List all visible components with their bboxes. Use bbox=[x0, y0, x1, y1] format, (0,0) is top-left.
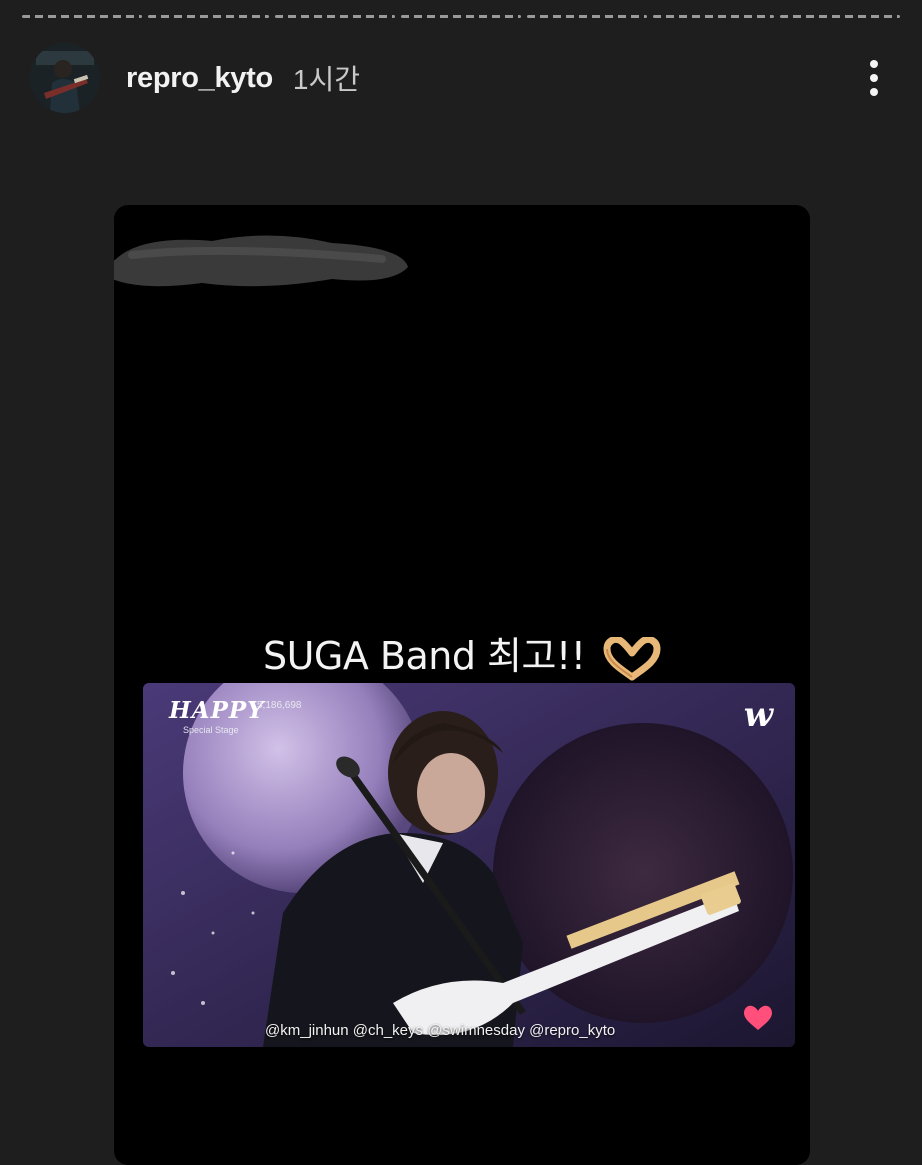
mention-tags[interactable]: @km_jinhun @ch_keys @swimnesday @repro_k… bbox=[265, 1022, 615, 1039]
video-brand-title: HAPPY bbox=[169, 697, 265, 724]
post-caption: SUGA Band 최고!! bbox=[114, 625, 810, 681]
caption-text: SUGA Band 최고!! bbox=[262, 634, 586, 678]
heart-icon[interactable] bbox=[743, 1005, 773, 1031]
story-header: repro_kyto 1시간 bbox=[30, 40, 892, 116]
platform-logo: w bbox=[743, 695, 773, 735]
video-brand-subtitle: Special Stage bbox=[183, 725, 239, 735]
video-view-count: 5,186,698 bbox=[257, 700, 302, 711]
avatar[interactable] bbox=[30, 43, 100, 113]
story-progress-bar bbox=[22, 15, 900, 21]
more-options-button[interactable] bbox=[856, 55, 892, 101]
redaction-scribble bbox=[114, 235, 408, 287]
story-segment-current bbox=[400, 15, 522, 18]
story-segment bbox=[779, 15, 900, 18]
post-time: 1시간 bbox=[292, 64, 360, 95]
story-segment bbox=[148, 15, 269, 18]
story-segment bbox=[653, 15, 774, 18]
video-frame bbox=[143, 683, 795, 1047]
story-segment bbox=[527, 15, 648, 18]
profile-avatar-image bbox=[30, 43, 100, 113]
story-segment bbox=[22, 15, 143, 18]
heart-hands-emoji bbox=[603, 636, 661, 680]
shared-post-card[interactable]: SUGA Band 최고!! HAPPY Special Stage 5,186… bbox=[114, 205, 810, 1165]
more-vertical-icon-dot bbox=[870, 88, 878, 96]
video-embed[interactable]: HAPPY Special Stage 5,186,698 w @km_jinh… bbox=[143, 683, 795, 1047]
more-vertical-icon bbox=[870, 60, 878, 68]
more-vertical-icon-dot bbox=[870, 74, 878, 82]
username[interactable]: repro_kyto bbox=[126, 62, 273, 95]
story-segment bbox=[274, 15, 395, 18]
